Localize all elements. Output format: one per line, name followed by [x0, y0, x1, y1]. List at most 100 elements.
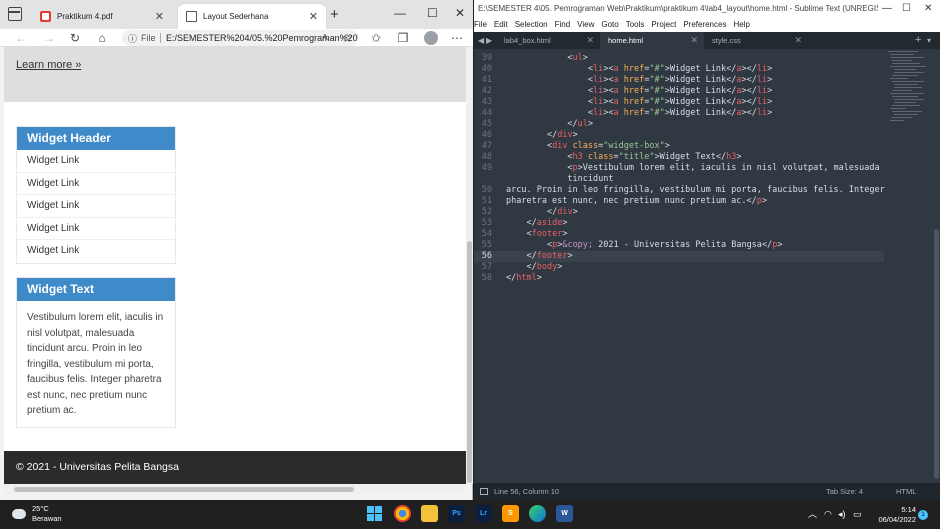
tab-lab4-box[interactable]: lab4_box.html ✕	[496, 32, 600, 49]
code-editor[interactable]: 39 <ul> 40 <li><a href="#">Widget Link</a…	[474, 53, 885, 483]
scroll-thumb[interactable]	[467, 241, 472, 483]
code-line[interactable]: 48 <h3 class="title">Widget Text</h3>	[474, 152, 884, 163]
weather-widget[interactable]: 25°C Berawan	[10, 504, 62, 524]
volume-icon[interactable]: ◂)	[838, 500, 846, 529]
code-line[interactable]: 49 <p>Vestibulum lorem elit, iaculis in …	[474, 163, 884, 174]
tab-layout-sederhana[interactable]: Layout Sederhana ✕	[178, 4, 326, 29]
new-tab-icon[interactable]: +	[330, 6, 339, 23]
menu-item-preferences[interactable]: Preferences	[683, 20, 726, 29]
line-text: tincidunt	[506, 174, 614, 184]
menu-item-project[interactable]: Project	[651, 20, 676, 29]
close-window-icon[interactable]: ✕	[455, 6, 465, 20]
editor-scrollbar[interactable]	[933, 49, 940, 483]
close-icon[interactable]: ✕	[794, 32, 802, 49]
edge-icon[interactable]	[529, 505, 546, 522]
minimize-icon[interactable]: —	[882, 0, 892, 18]
close-icon[interactable]: ✕	[309, 10, 318, 23]
clock[interactable]: 5:14 06/04/2022	[866, 505, 916, 525]
code-line[interactable]: 47 <div class="widget-box">	[474, 141, 884, 152]
code-line[interactable]: 43 <li><a href="#">Widget Link</a></li>	[474, 97, 884, 108]
tab-style-css[interactable]: style.css ✕	[704, 32, 808, 49]
vertical-scrollbar[interactable]	[466, 47, 473, 484]
learn-more-link[interactable]: Learn more »	[16, 59, 81, 71]
favorites-icon[interactable]: ✩	[369, 29, 383, 47]
widget-link[interactable]: Widget Link	[17, 240, 175, 263]
word-icon[interactable]: W	[556, 505, 573, 522]
menu-item-edit[interactable]: Edit	[494, 20, 508, 29]
maximize-icon[interactable]: ☐	[427, 6, 438, 20]
forward-icon[interactable]: →	[42, 29, 56, 47]
scroll-thumb[interactable]	[934, 229, 939, 479]
menu-item-find[interactable]: Find	[555, 20, 571, 29]
minimap[interactable]	[884, 49, 934, 139]
widget-text-body: Vestibulum lorem elit, iaculis in nisl v…	[27, 312, 164, 416]
tab-actions-icon[interactable]	[8, 7, 22, 21]
widget-link[interactable]: Widget Link	[17, 218, 175, 241]
refresh-icon[interactable]: ↻	[68, 29, 82, 47]
code-line[interactable]: 51 pharetra est nunc, nec pretium nunc pr…	[474, 196, 884, 207]
favorite-icon[interactable]: ☆	[340, 29, 354, 47]
widget-link[interactable]: Widget Link	[17, 150, 175, 173]
tab-home-html[interactable]: home.html ✕	[600, 32, 704, 49]
collections-icon[interactable]: ❐	[396, 29, 410, 47]
profile-avatar[interactable]	[424, 31, 438, 45]
code-line[interactable]: 52 </div>	[474, 207, 884, 218]
code-line[interactable]: 41 <li><a href="#">Widget Link</a></li>	[474, 75, 884, 86]
scroll-thumb[interactable]	[14, 487, 354, 492]
code-line[interactable]: 44 <li><a href="#">Widget Link</a></li>	[474, 108, 884, 119]
line-text: <li><a href="#">Widget Link</a></li>	[587, 97, 773, 107]
code-line[interactable]: 58 </html>	[474, 273, 884, 284]
chevron-up-icon[interactable]: ︿	[808, 500, 817, 529]
info-icon[interactable]: ⓘ	[128, 32, 137, 45]
notification-badge[interactable]: 1	[918, 510, 928, 520]
chrome-icon[interactable]	[394, 505, 411, 522]
menu-item-help[interactable]: Help	[733, 20, 749, 29]
file-explorer-icon[interactable]	[421, 505, 438, 522]
close-icon[interactable]: ✕	[586, 32, 594, 49]
code-line[interactable]: 50 arcu. Proin in leo fringilla, vestibul…	[474, 185, 885, 196]
code-line[interactable]: 40 <li><a href="#">Widget Link</a></li>	[474, 64, 884, 75]
menu-item-tools[interactable]: Tools	[626, 20, 645, 29]
code-line[interactable]: 45 </ul>	[474, 119, 884, 130]
back-icon[interactable]: ←	[14, 29, 28, 47]
panel-toggle-icon[interactable]	[480, 488, 488, 495]
wifi-icon[interactable]: ◠	[824, 500, 832, 529]
tab-nav-right-icon[interactable]: ▶	[486, 32, 492, 49]
sublime-text-icon[interactable]: S	[502, 505, 519, 522]
code-line[interactable]: 57 </body>	[474, 262, 884, 273]
battery-icon[interactable]: ▭	[853, 500, 862, 529]
code-line[interactable]: 54 <footer>	[474, 229, 884, 240]
menu-item-selection[interactable]: Selection	[515, 20, 548, 29]
lightroom-icon[interactable]: Lr	[475, 505, 492, 522]
tab-list-icon[interactable]: ▾	[927, 32, 931, 49]
widget-link[interactable]: Widget Link	[17, 173, 175, 196]
close-icon[interactable]: ✕	[690, 32, 698, 49]
tab-size-setting[interactable]: Tab Size: 4	[826, 483, 863, 500]
start-icon[interactable]	[366, 505, 383, 522]
line-text: <p>&copy; 2021 - Universitas Pelita Bang…	[546, 240, 783, 250]
more-icon[interactable]: ⋯	[450, 29, 464, 47]
home-icon[interactable]: ⌂	[95, 29, 109, 47]
close-icon[interactable]: ✕	[155, 10, 164, 23]
code-line[interactable]: 42 <li><a href="#">Widget Link</a></li>	[474, 86, 884, 97]
close-window-icon[interactable]: ✕	[924, 0, 932, 18]
horizontal-scrollbar[interactable]	[4, 484, 466, 494]
minimize-icon[interactable]: —	[394, 6, 406, 20]
tab-nav-left-icon[interactable]: ◀	[478, 32, 484, 49]
code-line[interactable]: 55 <p>&copy; 2021 - Universitas Pelita B…	[474, 240, 884, 251]
widget-link[interactable]: Widget Link	[17, 195, 175, 218]
menu-item-goto[interactable]: Goto	[601, 20, 618, 29]
code-line[interactable]: 46 </div>	[474, 130, 884, 141]
menu-item-file[interactable]: File	[474, 20, 487, 29]
code-line[interactable]: 39 <ul>	[474, 53, 884, 64]
code-line[interactable]: tincidunt	[474, 174, 884, 185]
maximize-icon[interactable]: ☐	[902, 0, 911, 18]
menu-item-view[interactable]: View	[577, 20, 594, 29]
photoshop-icon[interactable]: Ps	[448, 505, 465, 522]
code-line[interactable]: 56 </footer>	[474, 251, 884, 262]
code-line[interactable]: 53 </aside>	[474, 218, 884, 229]
new-tab-icon[interactable]: +	[915, 32, 921, 49]
read-aloud-icon[interactable]: A	[318, 29, 332, 47]
tab-praktikum-pdf[interactable]: Praktikum 4.pdf ✕	[32, 4, 172, 29]
syntax-setting[interactable]: HTML	[896, 483, 916, 500]
